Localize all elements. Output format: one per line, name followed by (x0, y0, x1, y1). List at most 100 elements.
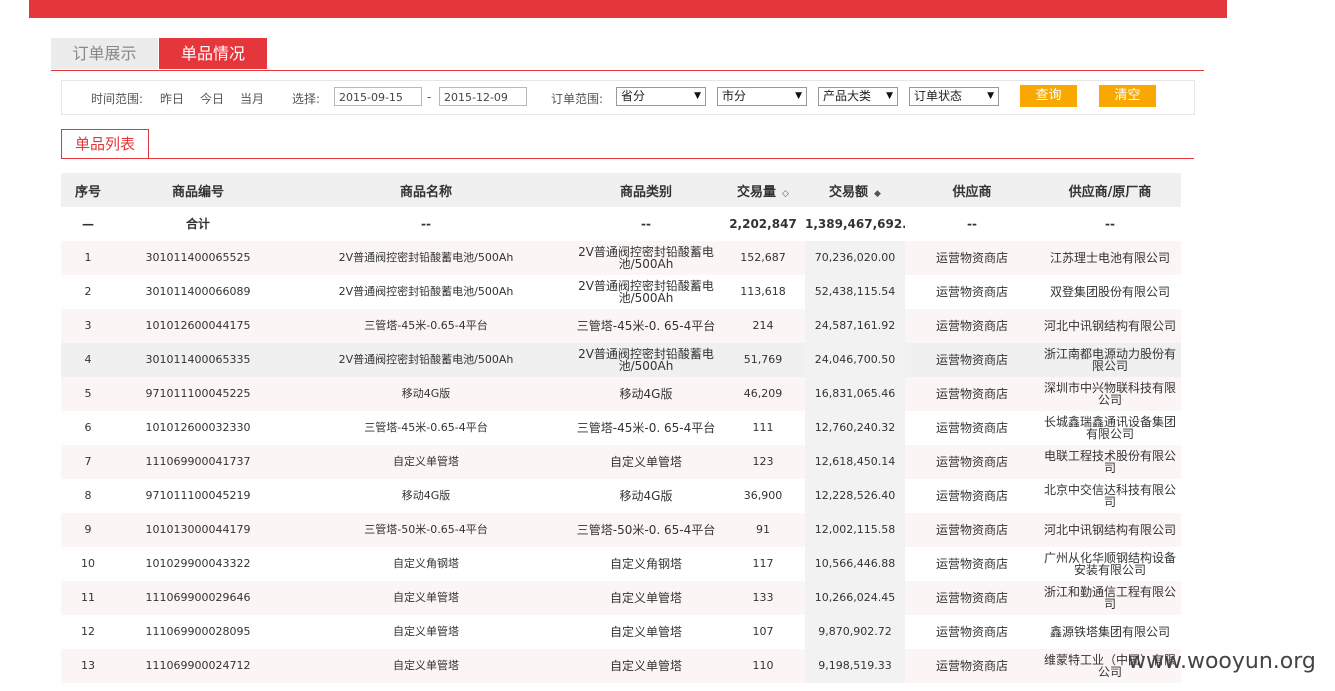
cell-category: 自定义单管塔 (609, 625, 682, 639)
cell-supplier: 运营物资商店 (905, 309, 1039, 343)
cell-code: 111069900024712 (115, 649, 281, 683)
cell-name: 自定义单管塔 (393, 625, 459, 638)
cell-qty: 133 (721, 581, 805, 615)
table-row: 11 111069900029646 自定义单管塔 自定义单管塔 133 10,266,0… (61, 581, 1181, 615)
table-row: 5 971011100045225 移动4G版 移动4G版 46,209 16,831,0… (61, 377, 1181, 411)
date-from-input[interactable]: 2015-09-15 (334, 87, 422, 106)
cell-supplier: 运营物资商店 (935, 421, 1008, 435)
table-row: 8 971011100045219 移动4G版 移动4G版 36,900 12,228,5… (61, 479, 1181, 513)
cell-vendor: 电联工程技术股份有限公司 (1039, 445, 1181, 479)
chevron-down-icon: ▼ (694, 91, 701, 101)
table-row: 7 111069900041737 自定义单管塔 自定义单管塔 123 12,618,45… (61, 445, 1181, 479)
cell-vendor: 河北中讯钢结构有限公司 (1039, 309, 1181, 343)
select-label: 选择: (292, 92, 321, 106)
cell-vendor: 鑫源铁塔集团有限公司 (1049, 625, 1170, 639)
city-select[interactable]: 市分 ▼ (717, 87, 807, 106)
cell-vendor: 江苏理士电池有限公司 (1039, 241, 1181, 275)
cell-qty: 110 (721, 649, 805, 683)
cell-code: 111069900041737 (115, 445, 281, 479)
cell-seq: 3 (61, 309, 115, 343)
cell-name: 2V普通阀控密封铅酸蓄电池/500Ah (338, 285, 514, 298)
province-select-value: 省分 (621, 89, 646, 103)
total-amount: 1,389,467,692.98 (805, 207, 905, 241)
cell-seq: 6 (84, 421, 92, 434)
cell-name: 三管塔-45米-0.65-4平台 (281, 309, 571, 343)
clear-button[interactable]: 清空 (1099, 85, 1156, 107)
cell-code: 101012600032330 (145, 421, 251, 434)
cell-qty: 36,900 (743, 489, 783, 502)
cell-amount: 16,831,065.46 (805, 377, 905, 411)
cell-seq: 10 (81, 557, 95, 570)
cell-qty: 152,687 (721, 241, 805, 275)
sort-icon[interactable]: ◇ (782, 189, 789, 199)
total-qty: 2,202,847 (721, 207, 805, 241)
category-select-value: 产品大类 (823, 89, 872, 103)
category-select[interactable]: 产品大类 ▼ (818, 87, 898, 106)
cell-category: 三管塔-45米-0. 65-4平台 (571, 309, 721, 343)
tab-orders[interactable]: 订单展示 (51, 38, 158, 69)
today-link[interactable]: 今日 (200, 90, 224, 107)
this-month-link[interactable]: 当月 (240, 90, 264, 107)
cell-supplier: 运营物资商店 (905, 581, 1039, 615)
cell-category: 2V普通阀控密封铅酸蓄电池/500Ah (571, 343, 721, 377)
header-amount-label: 交易额 (829, 184, 869, 200)
cell-seq: 13 (61, 649, 115, 683)
cell-name: 三管塔-50米-0.65-4平台 (281, 513, 571, 547)
cell-amount: 10,266,024.45 (805, 581, 905, 615)
cell-qty: 111 (752, 421, 774, 434)
yesterday-link[interactable]: 昨日 (160, 90, 184, 107)
cell-amount: 12,618,450.14 (805, 445, 905, 479)
cell-amount: 24,587,161.92 (805, 309, 905, 343)
date-separator: - (427, 90, 432, 104)
header-amount[interactable]: 交易额 ◆ (805, 173, 905, 207)
cell-code: 971011100045225 (115, 377, 281, 411)
cell-code: 101029900043322 (145, 557, 251, 570)
cell-name: 三管塔-45米-0.65-4平台 (364, 421, 488, 434)
cell-vendor: 河北中讯钢结构有限公司 (1039, 513, 1181, 547)
cell-seq: 11 (61, 581, 115, 615)
sort-icon[interactable]: ◆ (874, 189, 881, 199)
table-row: 9 101013000044179 三管塔-50米-0.65-4平台 三管塔-50米-… (61, 513, 1181, 547)
cell-amount: 10,566,446.88 (805, 547, 905, 581)
cell-seq: 9 (61, 513, 115, 547)
total-seq: — (61, 207, 115, 241)
cell-amount: 70,236,020.00 (805, 241, 905, 275)
table-row: 3 101012600044175 三管塔-45米-0.65-4平台 三管塔-45米-… (61, 309, 1181, 343)
tab-product-list[interactable]: 单品列表 (61, 129, 149, 158)
header-qty-label: 交易量 (737, 184, 777, 200)
query-button[interactable]: 查询 (1020, 85, 1077, 107)
tab-products[interactable]: 单品情况 (159, 38, 267, 69)
cell-name: 2V普通阀控密封铅酸蓄电池/500Ah (281, 343, 571, 377)
cell-amount: 52,438,115.54 (805, 275, 905, 309)
table-row: 1 301011400065525 2V普通阀控密封铅酸蓄电池/500Ah 2V普通阀… (61, 241, 1181, 275)
header-qty[interactable]: 交易量 ◇ (721, 173, 805, 207)
cell-name: 2V普通阀控密封铅酸蓄电池/500Ah (281, 241, 571, 275)
cell-category: 自定义角钢塔 (609, 557, 682, 571)
cell-code: 971011100045219 (145, 489, 251, 502)
cell-vendor: 长城鑫瑞鑫通讯设备集团有限公司 (1043, 415, 1176, 441)
header-name: 商品名称 (281, 173, 571, 207)
cell-seq: 8 (84, 489, 92, 502)
cell-code: 301011400065335 (115, 343, 281, 377)
cell-code: 101013000044179 (115, 513, 281, 547)
time-range-label: 时间范围: (91, 92, 144, 106)
cell-category: 移动4G版 (619, 489, 673, 503)
cell-category: 2V普通阀控密封铅酸蓄电池/500Ah (571, 241, 721, 275)
cell-code: 111069900028095 (145, 625, 251, 638)
total-code: 合计 (115, 207, 281, 241)
order-status-select[interactable]: 订单状态 ▼ (909, 87, 999, 106)
cell-amount: 12,228,526.40 (805, 479, 905, 513)
cell-qty: 113,618 (740, 285, 786, 298)
cell-amount: 12,002,115.58 (805, 513, 905, 547)
table-row: 12 111069900028095 自定义单管塔 自定义单管塔 107 9,870,90… (61, 615, 1181, 649)
filter-bar: 时间范围: 昨日 今日 当月 选择: 2015-09-15 - 2015-12-… (61, 80, 1195, 115)
date-to-input[interactable]: 2015-12-09 (439, 87, 527, 106)
cell-supplier: 运营物资商店 (935, 285, 1008, 299)
total-row: — 合计 -- -- 2,202,847 1,389,467,692.98 --… (61, 207, 1181, 241)
chevron-down-icon: ▼ (886, 91, 893, 101)
cell-vendor: 深圳市中兴物联科技有限公司 (1039, 377, 1181, 411)
city-select-value: 市分 (722, 89, 747, 103)
province-select[interactable]: 省分 ▼ (616, 87, 706, 106)
table-header-row: 序号 商品编号 商品名称 商品类别 交易量 ◇ 交易额 ◆ 供应商 供应商/原厂商 (61, 173, 1181, 207)
cell-vendor: 广州从化华顺钢结构设备安装有限公司 (1043, 551, 1176, 577)
